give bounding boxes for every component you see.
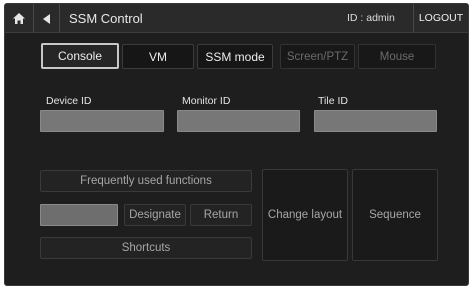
tab-vm[interactable]: VM	[122, 44, 194, 69]
back-arrow-icon	[42, 13, 50, 24]
tab-screen-ptz[interactable]: Screen/PTZ	[280, 44, 355, 69]
home-button[interactable]	[5, 4, 34, 33]
tab-console[interactable]: Console	[41, 43, 119, 69]
monitor-id-field[interactable]	[177, 110, 300, 132]
device-id-field[interactable]	[40, 110, 164, 132]
tab-ssm-mode[interactable]: SSM mode	[197, 44, 273, 69]
home-icon	[13, 13, 25, 24]
user-id-label: ID : admin	[347, 12, 395, 24]
frequently-used-functions-button[interactable]: Frequently used functions	[40, 170, 252, 192]
logout-button[interactable]: LOGOUT	[413, 4, 468, 33]
tile-id-label: Tile ID	[318, 95, 348, 107]
monitor-id-label: Monitor ID	[182, 95, 231, 107]
device-id-label: Device ID	[46, 95, 92, 107]
sequence-button[interactable]: Sequence	[352, 169, 438, 261]
tab-mouse[interactable]: Mouse	[358, 44, 436, 69]
return-button[interactable]: Return	[190, 204, 252, 226]
designate-input[interactable]	[40, 204, 118, 226]
page-title: SSM Control	[69, 11, 143, 26]
shortcuts-button[interactable]: Shortcuts	[40, 237, 252, 259]
back-button[interactable]	[34, 4, 60, 33]
tile-id-field[interactable]	[314, 110, 437, 132]
header-bar: SSM Control ID : admin LOGOUT	[5, 4, 468, 33]
designate-button[interactable]: Designate	[124, 204, 186, 226]
ssm-control-window: SSM Control ID : admin LOGOUT Console VM…	[4, 3, 469, 286]
change-layout-button[interactable]: Change layout	[262, 169, 348, 261]
